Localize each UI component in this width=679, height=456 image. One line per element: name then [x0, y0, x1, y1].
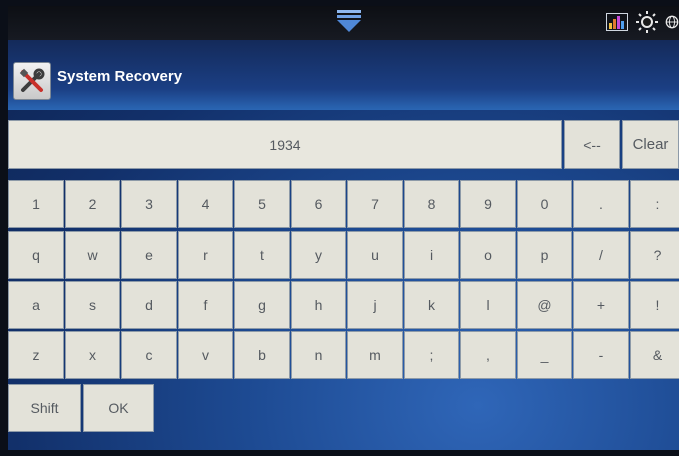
key-0-6[interactable]: 7	[347, 180, 403, 228]
key-1-4[interactable]: t	[234, 231, 290, 279]
key-2-6[interactable]: j	[347, 281, 403, 329]
ok-key[interactable]: OK	[83, 384, 154, 432]
key-2-3[interactable]: f	[178, 281, 233, 329]
key-0-11[interactable]: :	[630, 180, 679, 228]
key-0-8[interactable]: 9	[460, 180, 516, 228]
key-1-2[interactable]: e	[121, 231, 177, 279]
key-3-10[interactable]: -	[573, 331, 629, 379]
tools-icon	[13, 62, 51, 100]
shift-key[interactable]: Shift	[8, 384, 81, 432]
key-0-4[interactable]: 5	[234, 180, 290, 228]
key-2-11[interactable]: !	[630, 281, 679, 329]
chevron-down-icon[interactable]	[335, 10, 363, 34]
key-3-2[interactable]: c	[121, 331, 177, 379]
key-2-9[interactable]: @	[517, 281, 572, 329]
brightness-icon[interactable]	[635, 10, 659, 34]
key-3-7[interactable]: ;	[404, 331, 459, 379]
key-1-0[interactable]: q	[8, 231, 64, 279]
key-2-8[interactable]: l	[460, 281, 516, 329]
key-1-6[interactable]: u	[347, 231, 403, 279]
key-0-1[interactable]: 2	[65, 180, 120, 228]
key-1-3[interactable]: r	[178, 231, 233, 279]
key-1-5[interactable]: y	[291, 231, 346, 279]
key-3-8[interactable]: ,	[460, 331, 516, 379]
key-1-10[interactable]: /	[573, 231, 629, 279]
text-input[interactable]: 1934	[8, 120, 562, 169]
key-3-11[interactable]: &	[630, 331, 679, 379]
key-3-4[interactable]: b	[234, 331, 290, 379]
key-0-3[interactable]: 4	[178, 180, 233, 228]
key-2-2[interactable]: d	[121, 281, 177, 329]
key-2-0[interactable]: a	[8, 281, 64, 329]
status-bar	[8, 6, 679, 40]
app-title: System Recovery	[57, 68, 183, 85]
signal-bars-icon[interactable]	[605, 10, 629, 34]
globe-icon[interactable]	[665, 10, 679, 34]
key-1-7[interactable]: i	[404, 231, 459, 279]
key-3-3[interactable]: v	[178, 331, 233, 379]
key-2-4[interactable]: g	[234, 281, 290, 329]
key-3-5[interactable]: n	[291, 331, 346, 379]
key-2-10[interactable]: +	[573, 281, 629, 329]
key-1-11[interactable]: ?	[630, 231, 679, 279]
key-3-6[interactable]: m	[347, 331, 403, 379]
key-0-9[interactable]: 0	[517, 180, 572, 228]
key-3-9[interactable]: _	[517, 331, 572, 379]
key-1-1[interactable]: w	[65, 231, 120, 279]
key-0-5[interactable]: 6	[291, 180, 346, 228]
status-icons	[605, 9, 679, 35]
clear-key[interactable]: Clear	[622, 120, 679, 169]
key-0-7[interactable]: 8	[404, 180, 459, 228]
key-2-5[interactable]: h	[291, 281, 346, 329]
key-1-8[interactable]: o	[460, 231, 516, 279]
key-0-2[interactable]: 3	[121, 180, 177, 228]
key-1-9[interactable]: p	[517, 231, 572, 279]
key-0-0[interactable]: 1	[8, 180, 64, 228]
key-2-7[interactable]: k	[404, 281, 459, 329]
device-screen: System Recovery 1934 <-- Clear Shift OK …	[8, 6, 679, 450]
key-3-0[interactable]: z	[8, 331, 64, 379]
key-3-1[interactable]: x	[65, 331, 120, 379]
key-2-1[interactable]: s	[65, 281, 120, 329]
backspace-key[interactable]: <--	[564, 120, 620, 169]
key-0-10[interactable]: .	[573, 180, 629, 228]
app-header: System Recovery	[8, 40, 679, 110]
